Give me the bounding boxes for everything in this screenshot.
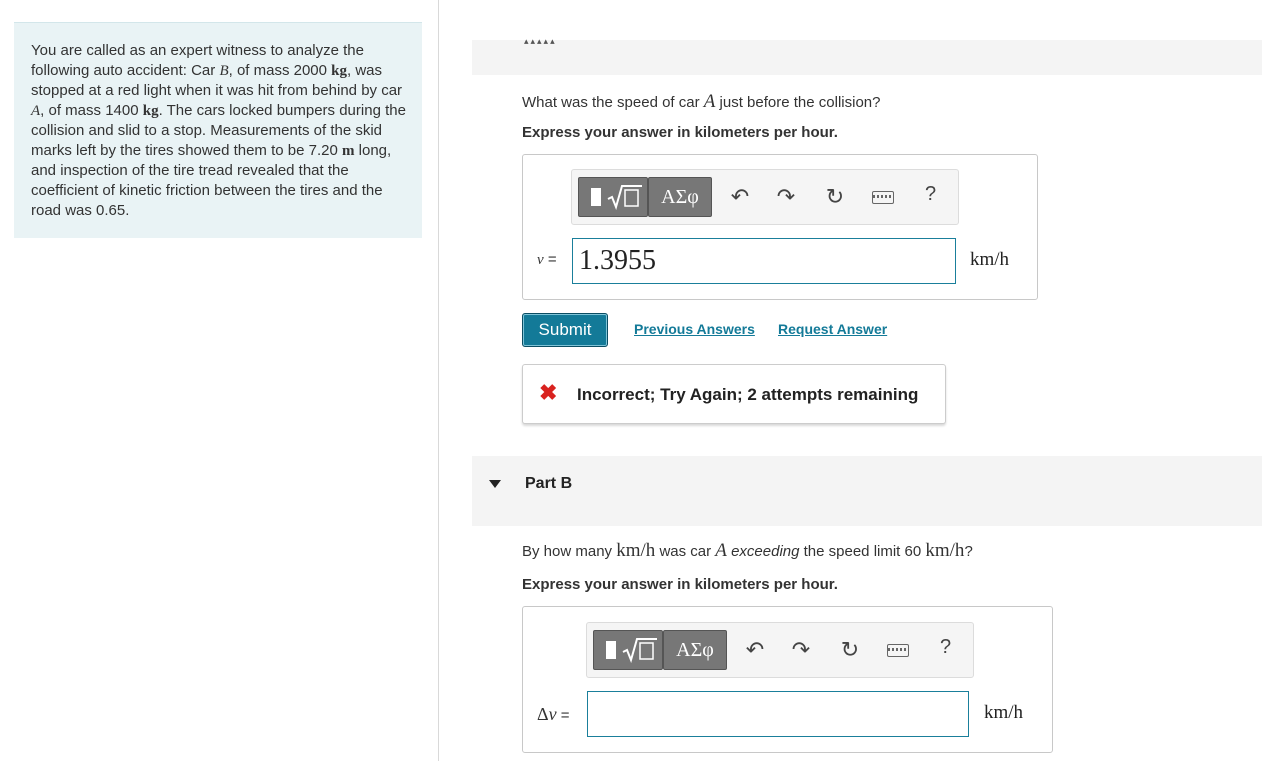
answer-unit: km/h: [970, 249, 1010, 270]
keyboard-icon[interactable]: [887, 644, 909, 657]
keyboard-icon[interactable]: [872, 191, 894, 204]
part-a-header: ▴▴▴▴▴: [472, 36, 1262, 75]
unit-kg: kg: [142, 103, 159, 119]
answer-variable-label: Δv =: [537, 704, 570, 725]
part-a-question: What was the speed of car A just before …: [522, 91, 880, 113]
answer-unit: km/h: [984, 702, 1024, 723]
undo-icon[interactable]: ↶: [742, 637, 768, 663]
delta-symbol: Δ: [537, 704, 549, 724]
var-symbol: v: [548, 704, 557, 724]
undo-icon[interactable]: ↶: [727, 184, 753, 210]
part-a-answer-input[interactable]: 1.3955: [572, 238, 956, 284]
question-text: ?: [964, 543, 973, 560]
question-text: What was the speed of car: [522, 94, 704, 111]
reset-icon[interactable]: ↻: [837, 637, 863, 663]
part-b-instruction: Express your answer in kilometers per ho…: [522, 576, 838, 593]
collapse-triangle-icon[interactable]: [489, 480, 501, 488]
greek-symbols-button[interactable]: ΑΣφ: [648, 177, 712, 217]
previous-answers-link[interactable]: Previous Answers: [634, 321, 755, 337]
car-a-symbol: A: [31, 103, 41, 119]
reset-icon[interactable]: ↻: [822, 184, 848, 210]
template-block-icon: [606, 641, 616, 659]
question-text: was car: [655, 543, 716, 560]
template-block-icon: [591, 188, 601, 206]
greek-symbols-button[interactable]: ΑΣφ: [663, 630, 727, 670]
feedback-text: Incorrect; Try Again; 2 attempts remaini…: [577, 385, 919, 404]
math-toolbar: ΑΣφ ↶ ↷ ↻ ?: [586, 622, 974, 678]
answer-variable-label: v =: [537, 251, 557, 269]
car-b-symbol: B: [219, 63, 229, 79]
unit-m: m: [342, 143, 355, 159]
templates-button[interactable]: [578, 177, 648, 217]
redo-icon[interactable]: ↷: [773, 184, 799, 210]
sqrt-icon: [622, 638, 657, 663]
var-equals: =: [543, 251, 557, 268]
part-a-header-cut: ▴▴▴▴▴: [524, 36, 557, 46]
unit-kg: kg: [331, 63, 348, 79]
var-symbol: v: [537, 252, 544, 268]
incorrect-icon: ✖: [539, 380, 558, 405]
submit-button[interactable]: Submit: [522, 313, 608, 347]
unit-kmh: km/h: [616, 540, 656, 561]
car-a-symbol: A: [703, 91, 716, 112]
part-b-header[interactable]: Part B: [472, 456, 1262, 526]
part-b-answer-input[interactable]: [587, 691, 969, 737]
part-a-instruction: Express your answer in kilometers per ho…: [522, 124, 838, 141]
feedback-message: ✖ Incorrect; Try Again; 2 attempts remai…: [522, 364, 946, 424]
part-b-answer-box: ΑΣφ ↶ ↷ ↻ ? Δv = km/h: [522, 606, 1053, 753]
math-toolbar: ΑΣφ ↶ ↷ ↻ ?: [571, 169, 959, 225]
help-button[interactable]: ?: [925, 183, 936, 206]
unit-kmh: km/h: [925, 540, 965, 561]
help-button[interactable]: ?: [940, 636, 951, 659]
templates-button[interactable]: [593, 630, 663, 670]
car-a-symbol: A: [715, 540, 727, 561]
column-divider: [438, 0, 439, 761]
redo-icon[interactable]: ↷: [788, 637, 814, 663]
part-b-title: Part B: [525, 475, 573, 492]
part-a-answer-box: ΑΣφ ↶ ↷ ↻ ? v = 1.3955 km/h: [522, 154, 1038, 300]
problem-statement: You are called as an expert witness to a…: [14, 22, 422, 238]
problem-text: , of mass 1400: [40, 102, 143, 119]
question-text: By how many: [522, 543, 617, 560]
part-b-question: By how many km/h was car A exceeding the…: [522, 540, 973, 562]
question-text: just before the collision?: [715, 94, 881, 111]
question-text: the speed limit 60: [799, 543, 926, 560]
request-answer-link[interactable]: Request Answer: [778, 321, 887, 337]
var-equals: =: [556, 707, 570, 724]
sqrt-icon: [607, 185, 642, 210]
question-emphasis: exceeding: [731, 543, 800, 560]
problem-text: , of mass 2000: [228, 62, 332, 79]
